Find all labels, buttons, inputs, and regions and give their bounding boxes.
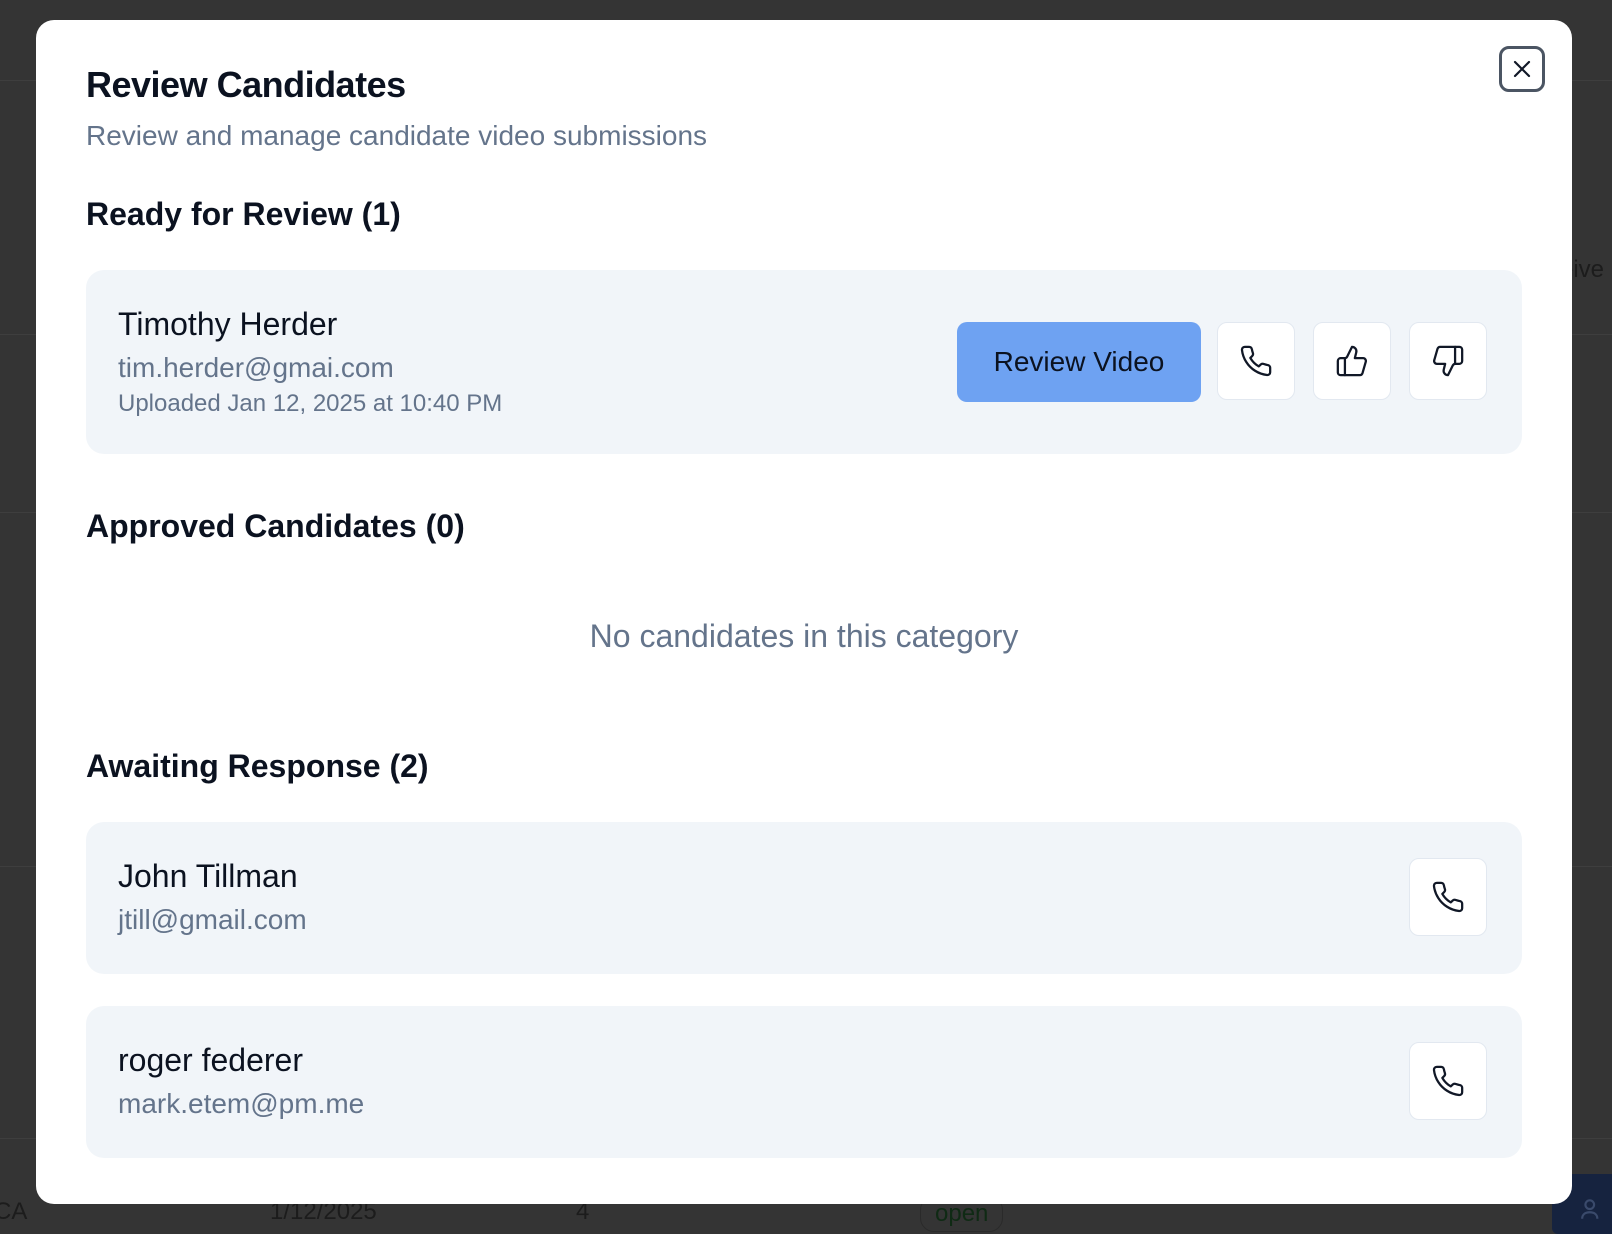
phone-icon xyxy=(1432,1065,1464,1097)
thumbs-up-icon xyxy=(1336,345,1367,377)
candidate-email: jtill@gmail.com xyxy=(118,904,307,935)
modal-subtitle: Review and manage candidate video submis… xyxy=(86,120,708,151)
reject-button[interactable] xyxy=(1409,322,1487,400)
candidate-name: John Tillman xyxy=(118,858,298,894)
section-heading-ready: Ready for Review (1) xyxy=(86,196,401,232)
candidate-email: mark.etem@pm.me xyxy=(118,1088,365,1119)
approve-button[interactable] xyxy=(1313,322,1391,400)
users-icon xyxy=(1581,1199,1599,1219)
candidate-name: Timothy Herder xyxy=(118,306,338,342)
candidate-name: roger federer xyxy=(118,1042,303,1078)
call-button[interactable] xyxy=(1409,858,1487,936)
candidate-card: John Tillman jtill@gmail.com xyxy=(86,822,1522,974)
modal-title: Review Candidates xyxy=(86,64,406,105)
empty-state-text: No candidates in this category xyxy=(589,618,1019,654)
section-heading-awaiting: Awaiting Response (2) xyxy=(86,748,429,784)
call-button[interactable] xyxy=(1409,1042,1487,1120)
review-candidates-modal: Review Candidates Review and manage cand… xyxy=(36,20,1572,1204)
phone-icon xyxy=(1240,345,1272,377)
x-icon xyxy=(1513,60,1531,78)
thumbs-down-icon xyxy=(1433,345,1464,377)
candidate-upload-time: Uploaded Jan 12, 2025 at 10:40 PM xyxy=(118,390,503,417)
candidate-email: tim.herder@gmai.com xyxy=(118,352,394,383)
close-button[interactable] xyxy=(1499,46,1545,92)
section-heading-approved: Approved Candidates (0) xyxy=(86,508,465,544)
phone-icon xyxy=(1432,881,1464,913)
candidate-card: roger federer mark.etem@pm.me xyxy=(86,1006,1522,1158)
candidate-card: Timothy Herder tim.herder@gmai.com Uploa… xyxy=(86,270,1522,454)
review-video-button[interactable]: Review Video xyxy=(957,322,1201,402)
call-button[interactable] xyxy=(1217,322,1295,400)
